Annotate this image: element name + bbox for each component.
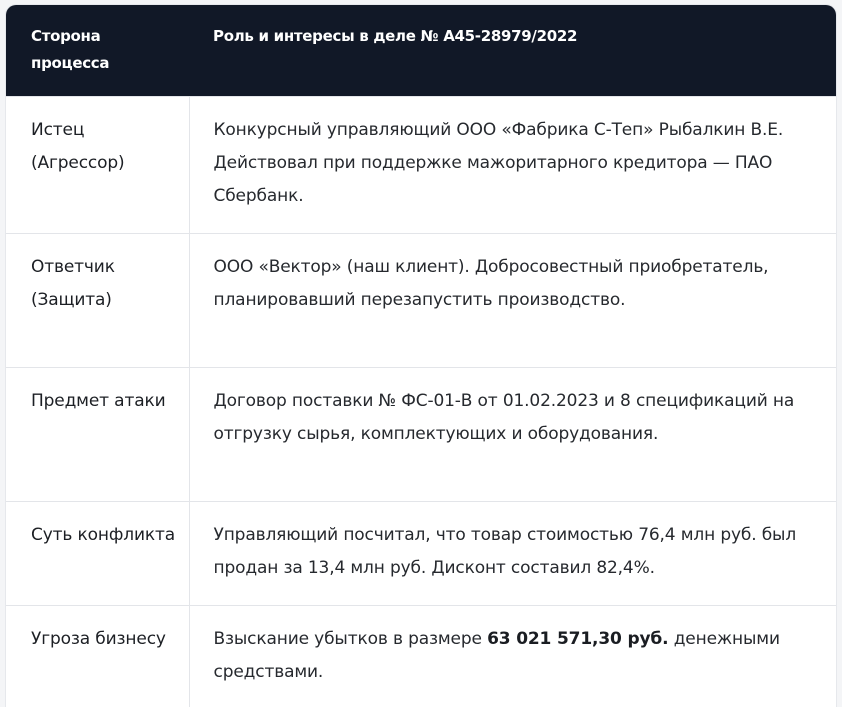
case-parties-table-container: Сторона процесса Роль и интересы в деле … — [6, 5, 836, 707]
table-row: Ответчик (Защита) ООО «Вектор» (наш клие… — [6, 232, 836, 367]
header-role: Роль и интересы в деле № А45-28979/2022 — [213, 27, 578, 45]
row-role-subject: Договор поставки № ФС-01-В от 01.02.2023… — [189, 366, 836, 501]
row-side-threat: Угроза бизнесу — [6, 604, 190, 707]
threat-amount: 63 021 571,30 руб. — [487, 628, 669, 649]
table-header: Сторона процесса Роль и интересы в деле … — [6, 5, 836, 96]
threat-text-before: Взыскание убытков в размере — [213, 628, 488, 649]
case-parties-table: Сторона процесса Роль и интересы в деле … — [6, 5, 836, 707]
row-side-defendant: Ответчик (Защита) — [6, 232, 190, 367]
table-row: Истец (Агрессор) Конкурсный управляющий … — [6, 95, 836, 233]
row-role-conflict: Управляющий посчитал, что товар стоимост… — [189, 500, 836, 605]
header-row: Сторона процесса Роль и интересы в деле … — [6, 5, 836, 96]
table-row: Угроза бизнесу Взыскание убытков в разме… — [6, 604, 836, 707]
table-row: Предмет атаки Договор поставки № ФС-01-В… — [6, 366, 836, 501]
table-row: Суть конфликта Управляющий посчитал, что… — [6, 500, 836, 605]
row-role-defendant: ООО «Вектор» (наш клиент). Добросовестны… — [189, 232, 836, 367]
header-side: Сторона процесса — [31, 27, 110, 72]
row-side-conflict: Суть конфликта — [6, 500, 190, 605]
row-role-plaintiff: Конкурсный управляющий ООО «Фабрика С-Те… — [189, 95, 836, 233]
row-side-plaintiff: Истец (Агрессор) — [6, 95, 190, 233]
row-role-threat: Взыскание убытков в размере 63 021 571,3… — [189, 604, 836, 707]
table-body: Истец (Агрессор) Конкурсный управляющий … — [6, 95, 836, 707]
row-side-subject: Предмет атаки — [6, 366, 190, 501]
